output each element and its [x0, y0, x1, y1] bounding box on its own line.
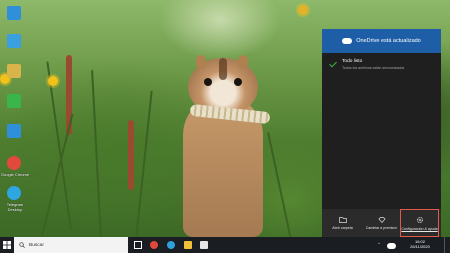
onedrive-title: OneDrive está actualizado: [356, 38, 421, 44]
go-premium-label: Cambiar a premium: [365, 225, 398, 230]
yellow-flower: [48, 76, 58, 86]
open-folder-label: Abrir carpeta: [332, 225, 353, 230]
go-premium-button[interactable]: Cambiar a premium: [362, 209, 401, 237]
app-icon: [7, 94, 21, 108]
edge-icon[interactable]: [167, 241, 175, 249]
task-view-icon[interactable]: [134, 241, 142, 249]
sync-status-description: Todos los archivos están sincronizados: [342, 66, 405, 70]
search-icon: [19, 242, 25, 248]
chipmunk-ear: [196, 55, 206, 69]
seed-head: [128, 120, 134, 190]
chrome-icon[interactable]: [150, 241, 158, 249]
clock-date: 26/11/2020: [410, 244, 430, 249]
tray-chevron-icon[interactable]: ^: [378, 241, 380, 246]
gear-icon: [416, 216, 423, 223]
chipmunk-ear: [238, 55, 248, 69]
onedrive-header: OneDrive está actualizado: [322, 29, 441, 53]
grass-stem: [267, 132, 292, 237]
onedrive-flyout: OneDrive está actualizado Todo listo Tod…: [322, 29, 441, 237]
desktop-icon-label: Google Chrome: [0, 172, 30, 177]
yellow-flower: [298, 5, 308, 15]
telegram-icon: [7, 186, 21, 200]
app-icon: [7, 34, 21, 48]
chrome-icon: [7, 156, 21, 170]
search-placeholder: Buscar: [29, 242, 44, 248]
start-button[interactable]: [0, 237, 14, 253]
windows-logo-icon: [3, 241, 11, 249]
file-explorer-icon[interactable]: [184, 241, 192, 249]
folder-icon: [338, 216, 347, 223]
sync-status-title: Todo listo: [342, 59, 363, 64]
store-icon[interactable]: [200, 241, 208, 249]
app-icon: [7, 6, 21, 20]
checkmark-icon: [329, 59, 337, 68]
folder-icon: [7, 64, 21, 78]
settings-help-label: Configuración & ayuda: [401, 226, 438, 231]
chipmunk-eye: [204, 78, 212, 86]
chipmunk-eye: [234, 78, 242, 86]
taskbar-search-box[interactable]: Buscar: [14, 237, 128, 253]
settings-help-button[interactable]: Configuración & ayuda: [400, 209, 439, 237]
desktop-icon-label: Telegram Desktop: [6, 202, 24, 212]
app-icon: [7, 124, 21, 138]
onedrive-tray-icon[interactable]: [387, 243, 396, 249]
chipmunk-stripe: [219, 58, 227, 80]
onedrive-footer: Abrir carpeta Cambiar a premium Configur…: [322, 209, 441, 237]
cloud-icon: [342, 38, 353, 44]
open-folder-button[interactable]: Abrir carpeta: [323, 209, 362, 237]
taskbar-clock[interactable]: 16:02 26/11/2020: [405, 239, 435, 249]
show-desktop-button[interactable]: [444, 237, 450, 253]
diamond-icon: [378, 216, 385, 223]
grass-stem: [135, 90, 153, 237]
grass-stem: [91, 70, 102, 237]
